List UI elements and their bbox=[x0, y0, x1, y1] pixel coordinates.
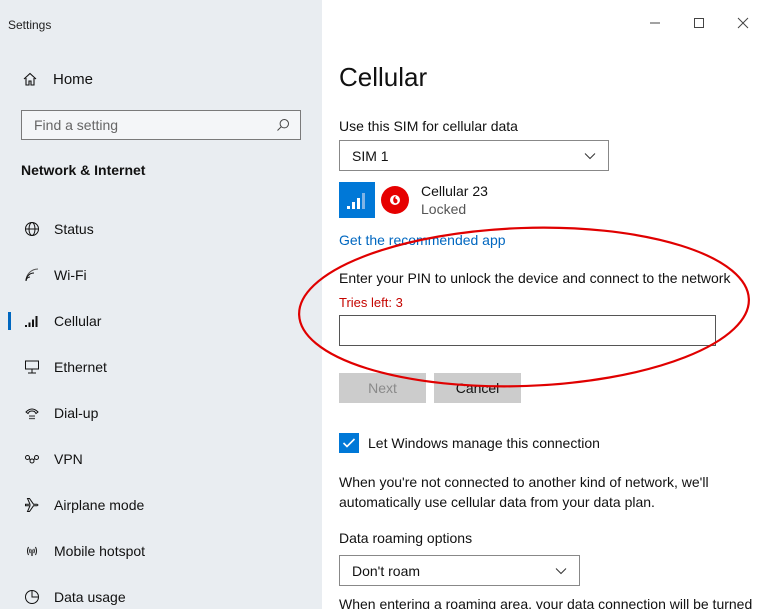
dial-up-icon bbox=[23, 404, 41, 422]
sidebar-item-data-usage[interactable]: Data usage bbox=[0, 574, 322, 609]
home-icon bbox=[23, 72, 37, 86]
roaming-dropdown-value: Don't roam bbox=[352, 562, 421, 579]
window-title: Settings bbox=[8, 18, 52, 32]
sidebar-item-label: Data usage bbox=[54, 589, 126, 605]
roaming-options-label: Data roaming options bbox=[339, 530, 473, 546]
minimize-button[interactable] bbox=[633, 0, 677, 46]
cancel-button[interactable]: Cancel bbox=[434, 373, 521, 403]
sidebar-item-ethernet[interactable]: Ethernet bbox=[0, 344, 322, 390]
sidebar-item-label: VPN bbox=[54, 451, 83, 467]
maximize-button[interactable] bbox=[677, 0, 721, 46]
globe-icon bbox=[23, 220, 41, 238]
sidebar: Settings Home Network & Internet Status … bbox=[0, 0, 322, 609]
minimize-icon bbox=[650, 22, 660, 24]
main-panel: Cellular Use this SIM for cellular data … bbox=[322, 0, 765, 609]
sidebar-item-label: Status bbox=[54, 221, 94, 237]
window-controls bbox=[633, 0, 765, 46]
sidebar-item-wifi[interactable]: Wi-Fi bbox=[0, 252, 322, 298]
signal-strength-icon bbox=[339, 182, 375, 218]
vpn-icon bbox=[23, 450, 41, 468]
page-title: Cellular bbox=[339, 62, 428, 92]
maximize-icon bbox=[694, 18, 704, 28]
sidebar-item-mobile-hotspot[interactable]: Mobile hotspot bbox=[0, 528, 322, 574]
search-icon[interactable] bbox=[272, 114, 294, 136]
tries-left-text: Tries left: 3 bbox=[339, 295, 403, 310]
pin-prompt: Enter your PIN to unlock the device and … bbox=[339, 270, 731, 286]
sidebar-item-cellular[interactable]: Cellular bbox=[0, 298, 322, 344]
wifi-icon bbox=[23, 266, 41, 284]
manage-connection-checkbox[interactable] bbox=[339, 433, 359, 453]
ethernet-icon bbox=[23, 358, 41, 376]
close-button[interactable] bbox=[721, 0, 765, 46]
sidebar-item-status[interactable]: Status bbox=[0, 206, 322, 252]
sidebar-item-label: Dial-up bbox=[54, 405, 99, 421]
sidebar-item-label: Mobile hotspot bbox=[54, 543, 146, 559]
carrier-text: Cellular 23 Locked bbox=[421, 182, 488, 218]
sim-dropdown-value: SIM 1 bbox=[352, 147, 389, 164]
chevron-down-icon bbox=[555, 567, 567, 574]
recommended-app-link[interactable]: Get the recommended app bbox=[339, 232, 506, 248]
pin-input[interactable] bbox=[339, 315, 716, 346]
sidebar-item-airplane-mode[interactable]: Airplane mode bbox=[0, 482, 322, 528]
sidebar-item-label: Cellular bbox=[54, 313, 102, 329]
carrier-info: Cellular 23 Locked bbox=[339, 180, 488, 220]
sidebar-item-label: Wi-Fi bbox=[54, 267, 87, 283]
airplane-icon bbox=[23, 496, 41, 514]
close-icon bbox=[737, 17, 749, 29]
sidebar-item-vpn[interactable]: VPN bbox=[0, 436, 322, 482]
carrier-logo-icon bbox=[381, 186, 409, 214]
home-label: Home bbox=[53, 70, 94, 88]
hotspot-icon bbox=[23, 542, 41, 560]
roaming-dropdown[interactable]: Don't roam bbox=[339, 555, 580, 586]
search-input[interactable] bbox=[34, 117, 272, 133]
sidebar-item-label: Ethernet bbox=[54, 359, 107, 375]
chevron-down-icon bbox=[584, 152, 596, 159]
cellular-signal-icon bbox=[23, 312, 41, 330]
roaming-description: When entering a roaming area, your data … bbox=[339, 596, 753, 609]
manage-connection-description: When you're not connected to another kin… bbox=[339, 474, 709, 510]
carrier-status: Locked bbox=[421, 201, 467, 217]
manage-connection-row[interactable]: Let Windows manage this connection bbox=[339, 433, 600, 453]
checkmark-icon bbox=[342, 438, 356, 448]
search-box[interactable] bbox=[21, 110, 301, 140]
sidebar-nav: Status Wi-Fi Cellular Ethernet Dial-up V… bbox=[0, 206, 322, 609]
home-nav-item[interactable]: Home bbox=[22, 68, 93, 90]
data-usage-icon bbox=[23, 588, 41, 606]
section-heading: Network & Internet bbox=[21, 162, 146, 178]
sim-select-label: Use this SIM for cellular data bbox=[339, 118, 518, 134]
carrier-name: Cellular 23 bbox=[421, 183, 488, 199]
sidebar-item-dial-up[interactable]: Dial-up bbox=[0, 390, 322, 436]
sim-dropdown[interactable]: SIM 1 bbox=[339, 140, 609, 171]
next-button[interactable]: Next bbox=[339, 373, 426, 403]
manage-connection-label: Let Windows manage this connection bbox=[368, 435, 600, 451]
sidebar-item-label: Airplane mode bbox=[54, 497, 145, 513]
